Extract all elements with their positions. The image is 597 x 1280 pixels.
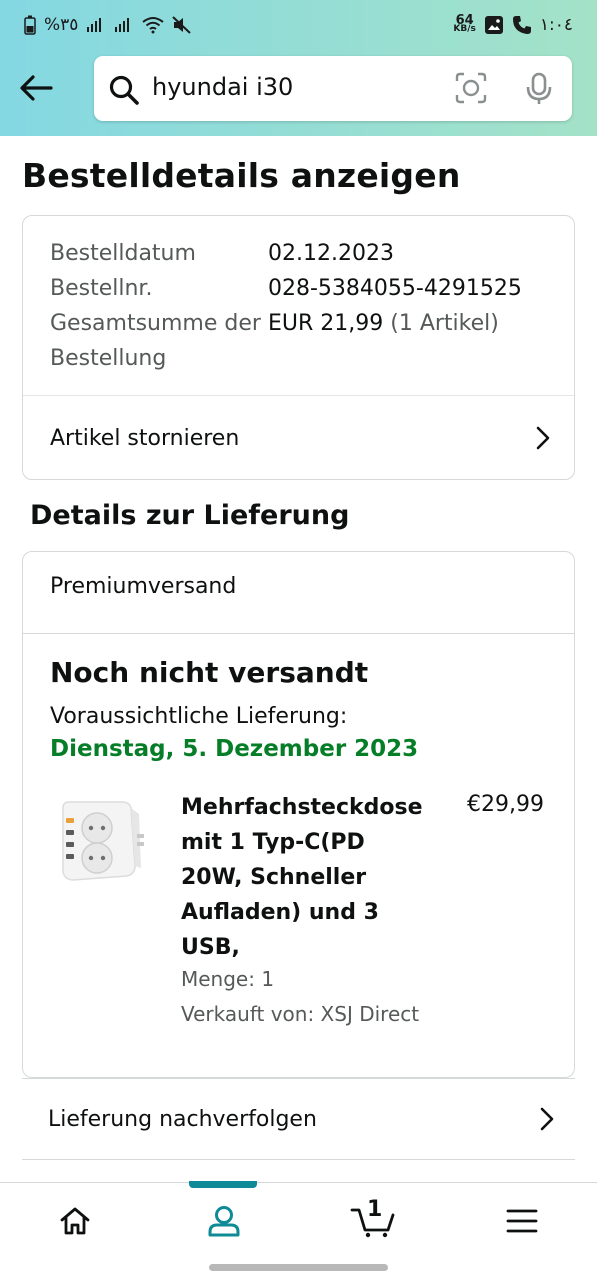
bottom-nav [0,1181,597,1258]
track-delivery-link[interactable]: Lieferung nachverfolgen [48,1079,554,1159]
order-summary-card: Bestelldatum 02.12.2023 Bestellnr. 028-5… [22,215,575,480]
cancel-items-link[interactable]: Artikel stornieren [50,396,550,480]
chevron-right-icon [540,1107,554,1131]
chevron-right-icon [536,426,550,450]
net-speed: 64 KB/s [453,14,476,34]
product-quantity: Menge: 1 [181,967,275,991]
search-icon [109,75,139,105]
order-number-value: 028-5384055-4291525 [268,276,522,301]
order-total-value-wrap: EUR 21,99 (1 Artikel) [268,306,499,376]
battery-percent: %٣٥ [44,15,79,35]
expected-delivery-date: Dienstag, 5. Dezember 2023 [50,736,419,762]
cancel-items-label: Artikel stornieren [50,425,240,451]
phone-icon [512,16,531,34]
status-bar: %٣٥ 64 KB/s ١:٠٤ [0,0,597,50]
search-input[interactable]: hyundai i30 [152,73,293,101]
back-arrow-icon [20,75,53,101]
gesture-bar[interactable] [209,1264,388,1271]
order-summary-grid: Bestelldatum 02.12.2023 Bestellnr. 028-5… [50,236,522,376]
product-title[interactable]: Mehrfachsteckdose mit 1 Typ-C(PD 20W, Sc… [181,790,433,965]
product-price: €29,99 [467,792,544,817]
status-right: 64 KB/s ١:٠٤ [453,14,573,35]
net-speed-unit: KB/s [453,24,476,34]
status-time: ١:٠٤ [539,15,573,35]
battery-icon [24,15,36,35]
page-title: Bestelldetails anzeigen [22,156,461,195]
menu-icon [506,1209,538,1232]
signal-icon [87,18,102,32]
order-date-row: Bestelldatum 02.12.2023 [50,236,522,271]
status-left: %٣٥ [24,15,192,35]
expected-delivery-label: Voraussichtliche Lieferung: [50,704,348,729]
signal-icon-2 [115,18,130,32]
app-header: %٣٥ 64 KB/s ١:٠٤ hyundai i30 [0,0,597,136]
gallery-icon [484,16,503,34]
track-delivery-row: Lieferung nachverfolgen [22,1078,575,1160]
search-bar[interactable]: hyundai i30 [94,56,572,121]
microphone-icon[interactable] [524,72,554,106]
order-total-row: Gesamtsumme der Bestellung EUR 21,99 (1 … [50,306,522,376]
order-number-row: Bestellnr. 028-5384055-4291525 [50,271,522,306]
order-date-label: Bestelldatum [50,241,196,266]
divider [23,633,574,634]
delivery-section-title: Details zur Lieferung [30,500,350,531]
mute-icon [172,16,192,34]
cart-count-badge: 1 [367,1197,383,1222]
camera-lens-icon[interactable] [454,71,488,105]
order-number-label: Bestellnr. [50,276,153,301]
track-delivery-label: Lieferung nachverfolgen [48,1106,317,1132]
nav-account[interactable] [149,1183,298,1258]
delivery-card: Premiumversand Noch nicht versandt Vorau… [22,551,575,1078]
shipment-status: Noch nicht versandt [50,656,369,689]
back-button[interactable] [16,68,56,108]
shipping-method: Premiumversand [50,574,237,599]
product-image[interactable] [53,796,145,888]
home-icon [60,1207,90,1234]
order-total-items: (1 Artikel) [390,311,499,336]
order-total-value: EUR 21,99 [268,311,384,336]
nav-menu[interactable] [448,1183,597,1258]
order-date-value: 02.12.2023 [268,241,394,266]
account-icon [208,1205,240,1236]
nav-home[interactable] [0,1183,149,1258]
order-total-label: Gesamtsumme der Bestellung [50,311,261,371]
wifi-icon [142,17,165,34]
product-seller: Verkauft von: XSJ Direct [181,1002,420,1026]
